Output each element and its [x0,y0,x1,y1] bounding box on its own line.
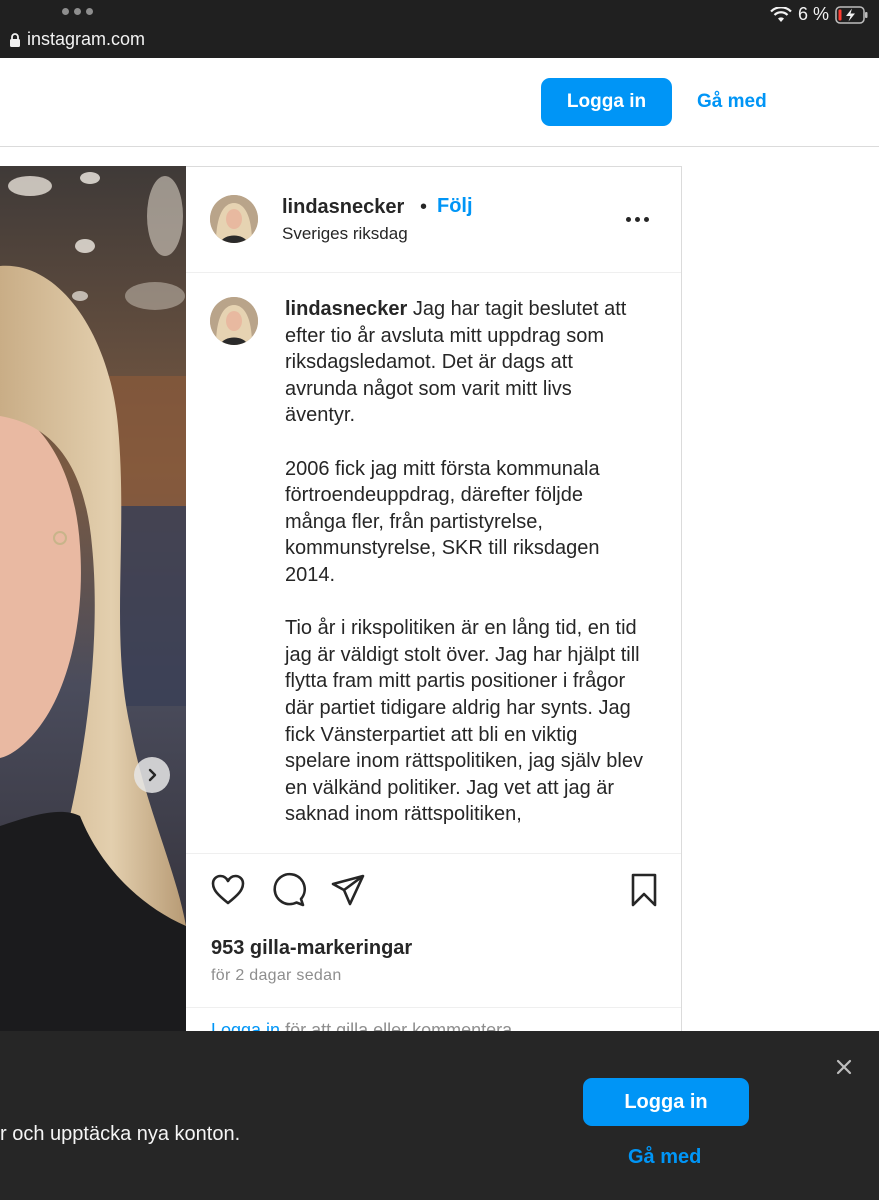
post-panel: lindasnecker • Följ Sveriges riksdag lin… [186,166,682,1032]
bookmark-icon[interactable] [626,872,662,908]
follow-button[interactable]: Följ [437,195,473,218]
banner-signup-link[interactable]: Gå med [628,1146,701,1169]
signup-banner: r och upptäcka nya konton. Logga in Gå m… [0,1031,879,1200]
post-caption: lindasnecker Jag har tagit beslutet att … [285,296,645,853]
paper-plane-icon[interactable] [330,872,366,908]
wifi-icon [770,6,792,22]
banner-login-button[interactable]: Logga in [583,1078,749,1126]
photo-image [0,166,186,1032]
post-timestamp[interactable]: för 2 dagar sedan [211,967,342,985]
browser-top-bar: instagram.com 6 % [0,0,879,58]
post-username[interactable]: lindasnecker [282,196,404,219]
separator-dot: • [420,196,428,218]
post-location[interactable]: Sveriges riksdag [282,224,408,244]
battery-percent: 6 % [797,4,829,24]
close-icon[interactable] [834,1057,854,1077]
banner-text: r och upptäcka nya konton. [0,1123,241,1145]
next-photo-button[interactable] [134,757,170,793]
avatar-image [210,195,258,243]
likes-count[interactable]: 953 gilla-markeringar [211,937,412,960]
url-text: instagram.com [27,29,146,49]
heart-icon[interactable] [210,872,246,908]
login-prompt: Logga in för att gilla eller kommentera. [186,1007,681,1031]
battery-charging-icon [835,5,868,24]
lock-icon [10,32,20,47]
url-bar[interactable]: instagram.com [9,29,145,50]
post-actions: 953 gilla-markeringar för 2 dagar sedan … [186,853,681,1031]
caption-paragraph: Tio år i rikspolitiken är en lång tid, e… [285,617,643,826]
chevron-right-icon [148,768,157,782]
signup-link[interactable]: Gå med [697,91,767,113]
caption-paragraph: 2006 fick jag mitt första kommunala fört… [285,457,600,586]
status-indicators: 6 % [770,4,869,25]
instagram-header: Logga in Gå med [0,58,879,147]
more-options-icon[interactable] [626,211,654,227]
tab-dots-icon[interactable] [62,8,93,15]
avatar[interactable] [210,195,258,243]
post-header: lindasnecker • Följ Sveriges riksdag [186,167,681,273]
comment-icon[interactable] [270,872,306,908]
caption-area: lindasnecker Jag har tagit beslutet att … [186,273,681,853]
caption-username[interactable]: lindasnecker [285,298,407,320]
avatar-image [210,297,258,345]
caption-avatar[interactable] [210,297,258,345]
post-photo[interactable] [0,166,186,1032]
login-button[interactable]: Logga in [541,78,672,126]
